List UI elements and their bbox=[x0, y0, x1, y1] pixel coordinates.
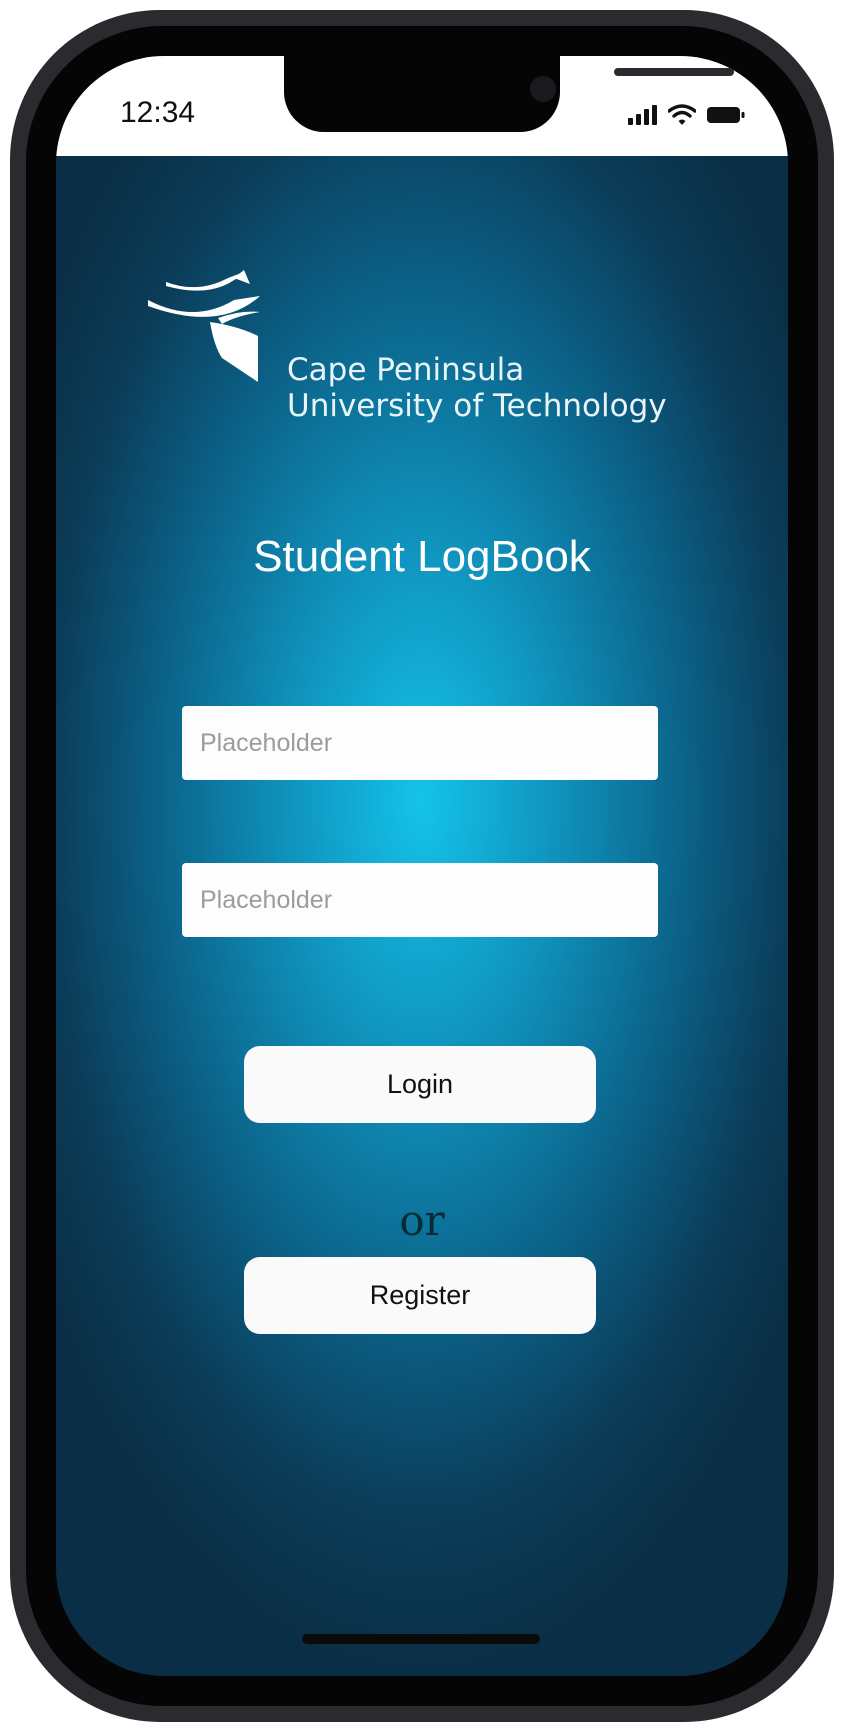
cput-logo-icon bbox=[148, 270, 260, 382]
phone-frame: 12:34 Cape Peninsula University of Techn… bbox=[10, 10, 834, 1722]
home-indicator[interactable] bbox=[302, 1634, 540, 1644]
university-name: Cape Peninsula University of Technology bbox=[287, 352, 667, 424]
volume-up-button bbox=[10, 376, 24, 486]
battery-icon bbox=[707, 107, 745, 123]
phone-bezel: 12:34 Cape Peninsula University of Techn… bbox=[26, 26, 818, 1706]
university-name-line2: University of Technology bbox=[287, 388, 667, 424]
register-button[interactable]: Register bbox=[244, 1257, 596, 1334]
front-camera bbox=[530, 76, 556, 102]
or-separator: or bbox=[399, 1196, 445, 1245]
volume-down-button bbox=[10, 524, 24, 634]
status-icons bbox=[628, 102, 746, 128]
cellular-signal-icon bbox=[628, 105, 657, 125]
password-input[interactable] bbox=[182, 863, 658, 937]
university-name-line1: Cape Peninsula bbox=[287, 352, 525, 388]
notch bbox=[284, 56, 734, 132]
status-bar: 12:34 bbox=[56, 56, 788, 156]
wifi-icon bbox=[668, 104, 696, 125]
screen: 12:34 Cape Peninsula University of Techn… bbox=[56, 56, 788, 1676]
app-title: Student LogBook bbox=[253, 532, 591, 581]
username-input[interactable] bbox=[182, 706, 658, 780]
mute-switch bbox=[10, 264, 24, 320]
earpiece-speaker bbox=[614, 68, 734, 76]
login-button[interactable]: Login bbox=[244, 1046, 596, 1123]
status-time: 12:34 bbox=[120, 96, 196, 129]
